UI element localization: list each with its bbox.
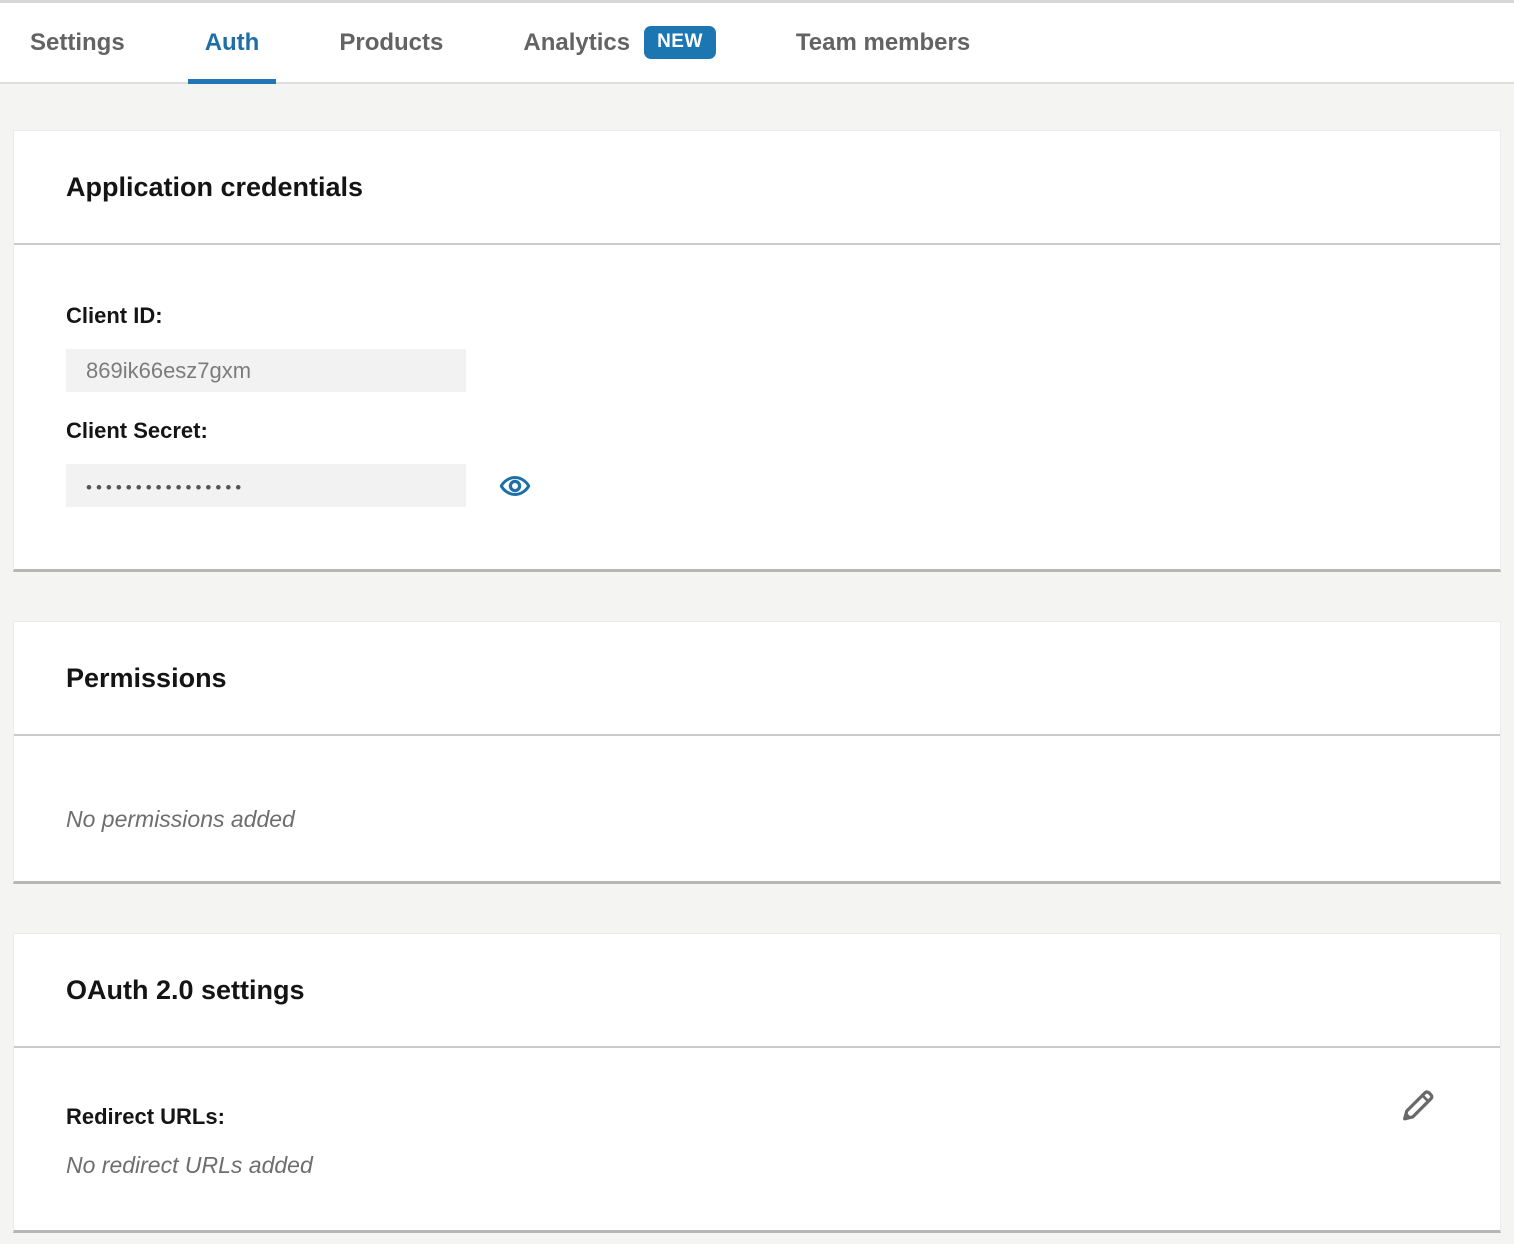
- client-secret-row: ••••••••••••••••: [66, 464, 1448, 507]
- tab-team-members[interactable]: Team members: [796, 3, 970, 82]
- application-credentials-card: Application credentials Client ID: 869ik…: [13, 130, 1501, 572]
- edit-redirect-urls-button[interactable]: [1396, 1081, 1440, 1129]
- pencil-icon: [1397, 1081, 1439, 1127]
- new-badge: NEW: [644, 26, 716, 59]
- client-secret-label: Client Secret:: [66, 418, 1448, 444]
- tab-analytics-label: Analytics: [523, 29, 630, 57]
- oauth-settings-title: OAuth 2.0 settings: [66, 975, 305, 1006]
- redirect-urls-empty-text: No redirect URLs added: [66, 1152, 1448, 1179]
- permissions-header: Permissions: [14, 622, 1500, 736]
- client-secret-field[interactable]: ••••••••••••••••: [66, 464, 466, 507]
- application-credentials-body: Client ID: 869ik66esz7gxm Client Secret:…: [14, 245, 1500, 569]
- tab-auth[interactable]: Auth: [205, 3, 260, 82]
- permissions-body: No permissions added: [14, 736, 1500, 881]
- tab-analytics[interactable]: Analytics NEW: [523, 3, 716, 82]
- tab-bar: Settings Auth Products Analytics NEW Tea…: [0, 0, 1514, 84]
- client-id-field[interactable]: 869ik66esz7gxm: [66, 349, 466, 392]
- client-id-label: Client ID:: [66, 303, 1448, 329]
- application-credentials-header: Application credentials: [14, 131, 1500, 245]
- permissions-empty-text: No permissions added: [66, 806, 1448, 833]
- permissions-card: Permissions No permissions added: [13, 621, 1501, 884]
- permissions-title: Permissions: [66, 663, 227, 694]
- main-content: Application credentials Client ID: 869ik…: [0, 84, 1514, 1233]
- eye-icon: [499, 470, 531, 502]
- tab-settings[interactable]: Settings: [30, 3, 125, 82]
- reveal-secret-button[interactable]: [499, 470, 531, 502]
- application-credentials-title: Application credentials: [66, 172, 363, 203]
- oauth-settings-header: OAuth 2.0 settings: [14, 934, 1500, 1048]
- oauth-settings-card: OAuth 2.0 settings Redirect URLs: No red…: [13, 933, 1501, 1233]
- oauth-settings-body: Redirect URLs: No redirect URLs added: [14, 1048, 1500, 1230]
- redirect-urls-label: Redirect URLs:: [66, 1104, 1448, 1130]
- tab-products[interactable]: Products: [339, 3, 443, 82]
